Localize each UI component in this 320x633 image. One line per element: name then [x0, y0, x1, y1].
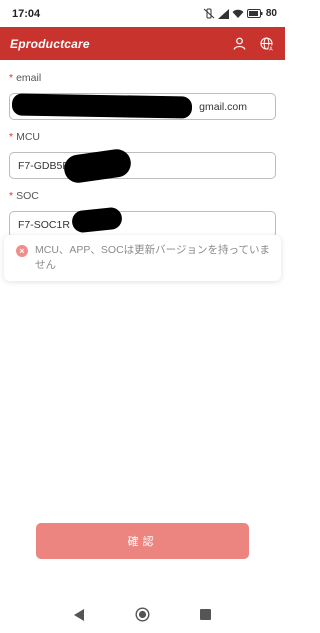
confirm-button[interactable]: 確認: [36, 523, 249, 559]
soc-field[interactable]: F7-SOC1R: [9, 211, 276, 238]
user-icon[interactable]: [231, 36, 247, 52]
recents-icon[interactable]: [196, 605, 216, 625]
app-header: Eproductcare A: [0, 27, 285, 60]
soc-label: * SOC: [9, 190, 39, 202]
signal-icon: [217, 8, 229, 19]
svg-text:A: A: [269, 46, 273, 51]
mcu-field[interactable]: F7-GDB5P: [9, 152, 276, 179]
back-icon[interactable]: [70, 605, 90, 625]
email-label: * email: [9, 72, 42, 84]
battery-icon: [246, 9, 263, 18]
error-toast: × MCU、APP、SOCは更新バージョンを持っていません: [4, 235, 281, 281]
header-actions: A: [231, 36, 275, 52]
soc-value: F7-SOC1R: [18, 218, 70, 231]
status-time: 17:04: [12, 7, 41, 20]
email-value-suffix: gmail.com: [199, 100, 247, 113]
toast-message: MCU、APP、SOCは更新バージョンを持っていません: [35, 244, 270, 271]
status-icons: 80: [203, 8, 277, 19]
battery-level: 80: [265, 8, 277, 19]
vibrate-off-icon: [203, 8, 215, 19]
home-icon[interactable]: [133, 605, 153, 625]
mcu-label: * MCU: [9, 131, 41, 143]
app-title: Eproductcare: [10, 36, 90, 51]
system-nav-bar: [0, 596, 285, 633]
redaction-mark: [11, 93, 193, 119]
close-circle-icon: ×: [16, 245, 28, 257]
status-bar: 17:04 80: [0, 0, 285, 27]
language-icon[interactable]: A: [259, 36, 275, 52]
mcu-value: F7-GDB5P: [18, 159, 70, 172]
wifi-icon: [232, 9, 244, 19]
